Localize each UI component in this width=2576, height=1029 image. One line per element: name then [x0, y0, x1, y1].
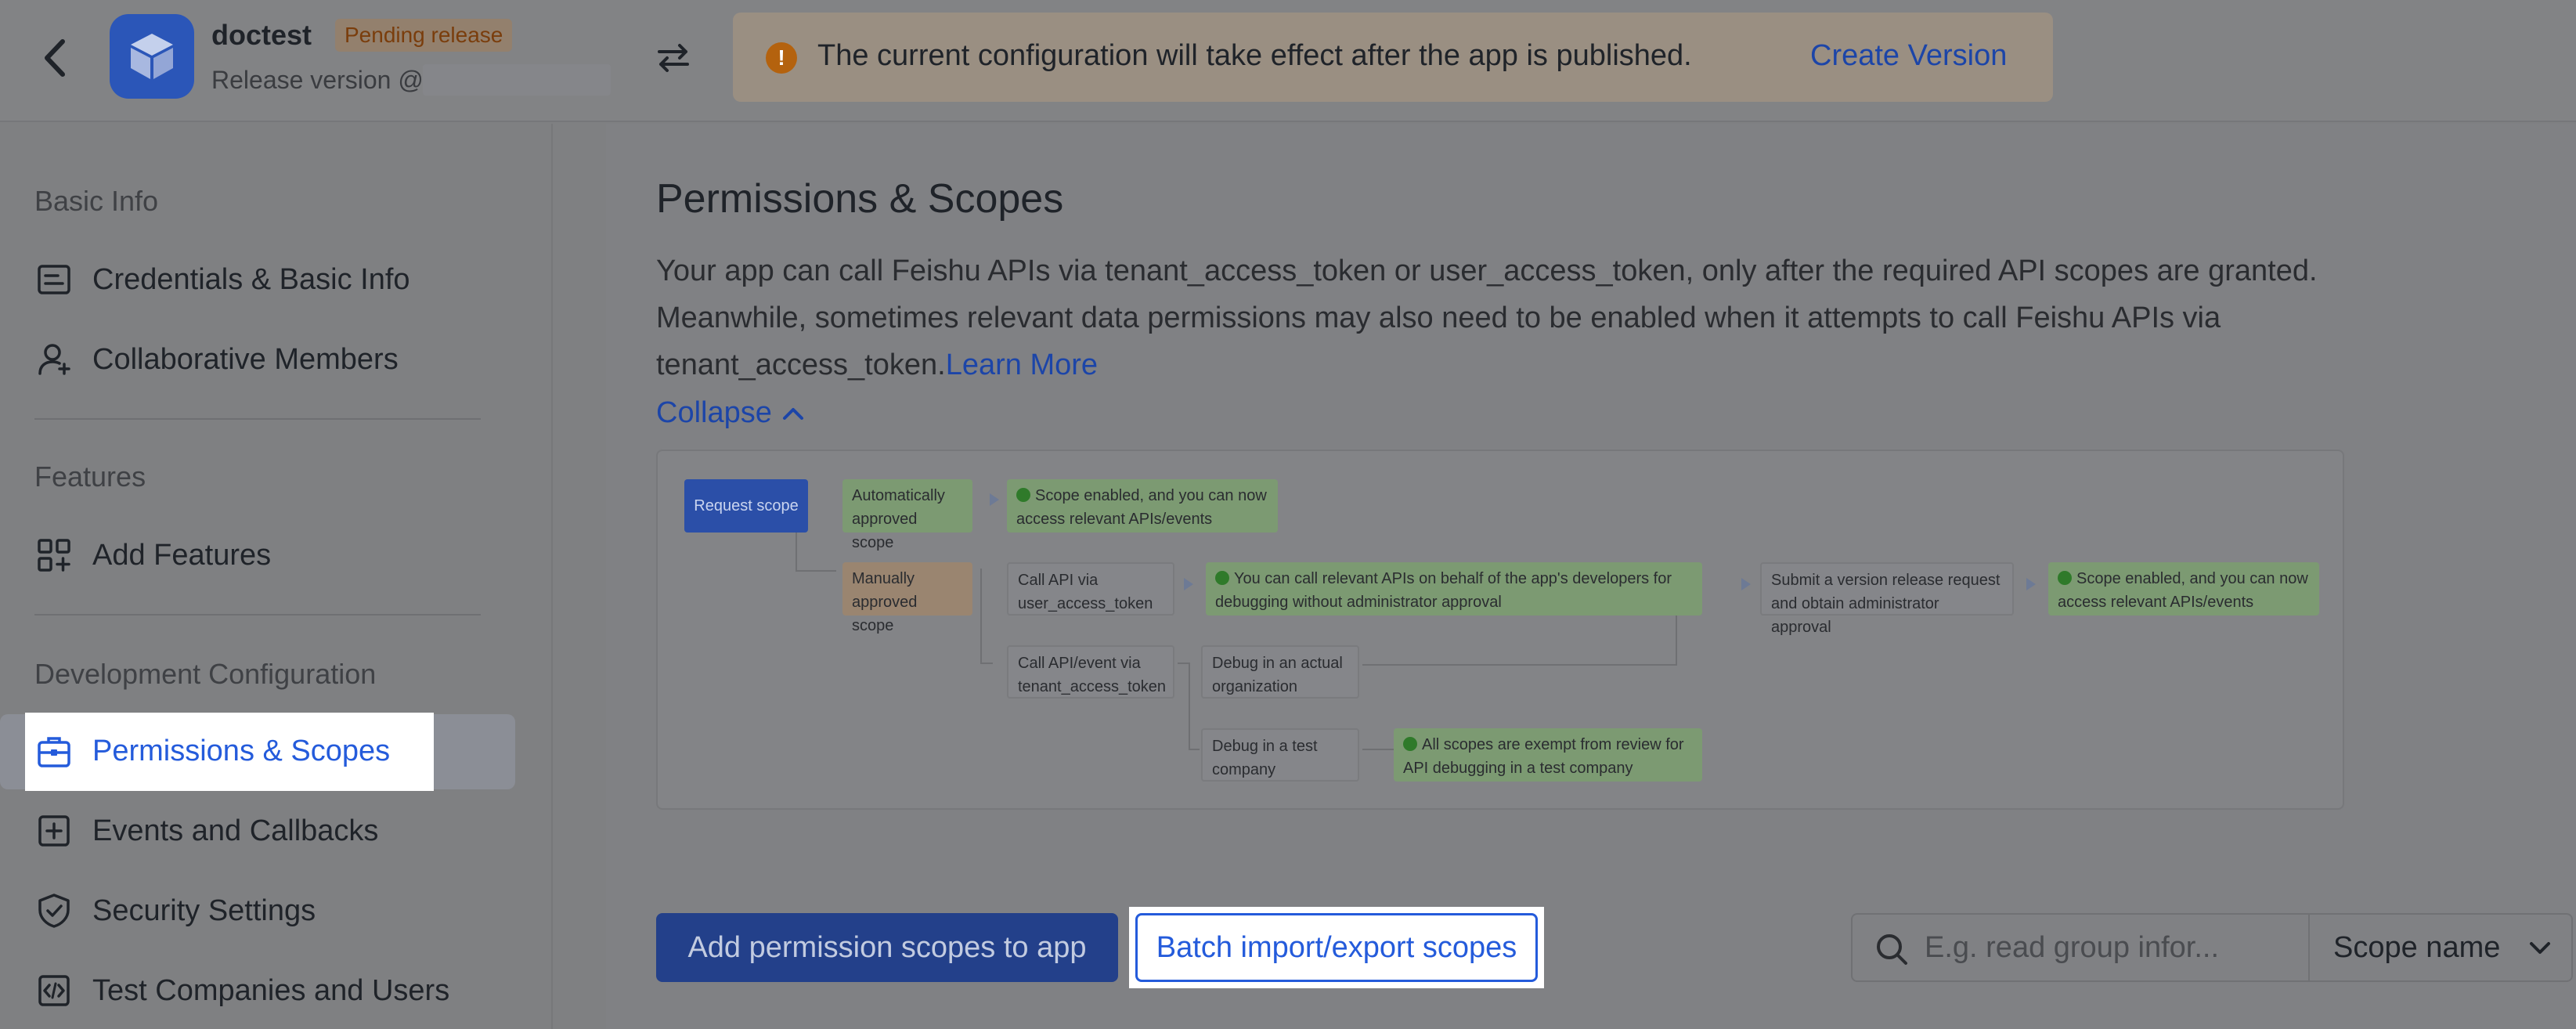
batch-button-highlight: Batch import/export scopes: [1129, 907, 1544, 988]
collapse-label: Collapse: [656, 396, 772, 429]
chevron-up-icon: [782, 407, 803, 420]
scope-filter-select[interactable]: Scope name: [2308, 913, 2573, 982]
diagram-request-scope: Request scope: [684, 479, 808, 533]
diagram-connector: [1189, 663, 1190, 749]
top-header: doctest Pending release Release version …: [0, 0, 2576, 122]
section-title-basic-info: Basic Info: [34, 185, 159, 217]
batch-import-export-button[interactable]: Batch import/export scopes: [1135, 913, 1538, 982]
briefcase-lock-icon: [34, 731, 74, 771]
diagram-arrow: [2026, 578, 2036, 590]
sidebar-item-label: Collaborative Members: [92, 342, 399, 376]
diagram-call-tenant-token: Call API/event via tenant_access_token: [1007, 645, 1174, 699]
back-button[interactable]: [34, 34, 74, 81]
sidebar-item-label: Test Companies and Users: [92, 973, 450, 1007]
diagram-connector: [980, 663, 993, 664]
section-title-features: Features: [34, 460, 146, 493]
publish-notice-banner: ! The current configuration will take ef…: [733, 13, 2053, 102]
diagram-text: All scopes are exempt from review for AP…: [1403, 736, 1684, 777]
sidebar-item-add-features[interactable]: Add Features: [0, 518, 517, 592]
id-card-icon: [34, 260, 74, 299]
check-circle-icon: [1016, 488, 1030, 502]
app-logo: [110, 14, 194, 99]
diagram-connector: [980, 569, 982, 663]
description-text: Your app can call Feishu APIs via tenant…: [656, 255, 2318, 381]
event-add-icon: [34, 811, 74, 850]
sidebar-divider: [34, 614, 481, 616]
diagram-text: You can call relevant APIs on behalf of …: [1215, 570, 1672, 611]
swap-arrows-icon: [658, 44, 689, 72]
page-description: Your app can call Feishu APIs via tenant…: [656, 247, 2347, 388]
page-title: Permissions & Scopes: [656, 176, 1064, 222]
scope-flow-diagram: Request scope Automatically approved sco…: [656, 450, 2344, 810]
collapse-toggle[interactable]: Collapse: [656, 396, 805, 430]
scope-filter-selected: Scope name: [2333, 930, 2501, 964]
code-box-icon: [34, 971, 74, 1010]
sidebar-item-label: Credentials & Basic Info: [92, 262, 410, 296]
diagram-call-user-token: Call API via user_access_token: [1007, 562, 1174, 616]
diagram-debug-actual: Debug in an actual organization: [1201, 645, 1359, 699]
release-version: Release version @: [211, 66, 424, 94]
check-circle-icon: [2058, 571, 2072, 585]
grid-add-icon: [34, 536, 74, 575]
sidebar-item-test-companies-users[interactable]: Test Companies and Users: [0, 954, 517, 1027]
diagram-submit-release: Submit a version release request and obt…: [1760, 562, 2014, 636]
diagram-debug-test: Debug in a test company: [1201, 728, 1359, 782]
diagram-arrow: [990, 493, 999, 506]
user-add-icon: [34, 340, 74, 379]
diagram-text: Scope enabled, and you can now access re…: [2058, 570, 2308, 611]
warning-icon: !: [766, 42, 797, 74]
section-title-development-configuration: Development Configuration: [34, 658, 377, 690]
add-permission-scopes-button[interactable]: Add permission scopes to app: [656, 913, 1118, 982]
diagram-connector: [1362, 749, 1397, 750]
switch-app-button[interactable]: [651, 34, 695, 81]
sidebar-item-label: Permissions & Scopes: [92, 734, 391, 767]
sidebar: Basic Info Credentials & Basic Info Coll…: [0, 124, 553, 1029]
sidebar-item-credentials[interactable]: Credentials & Basic Info: [0, 243, 517, 316]
diagram-test-result: All scopes are exempt from review for AP…: [1394, 728, 1702, 782]
sidebar-item-collaborative-members[interactable]: Collaborative Members: [0, 323, 517, 396]
search-input[interactable]: [1925, 915, 2300, 980]
main-content: Permissions & Scopes Your app can call F…: [606, 124, 2576, 1029]
app-name: doctest: [211, 19, 312, 51]
diagram-user-token-result: You can call relevant APIs on behalf of …: [1206, 562, 1702, 616]
diagram-text: Scope enabled, and you can now access re…: [1016, 487, 1267, 528]
sidebar-item-label: Events and Callbacks: [92, 814, 379, 847]
sidebar-item-events-callbacks[interactable]: Events and Callbacks: [0, 794, 517, 868]
diagram-arrow: [1741, 578, 1751, 590]
release-version-redacted: [423, 64, 611, 96]
scope-search-box[interactable]: [1851, 913, 2314, 982]
sidebar-item-label: Security Settings: [92, 894, 316, 927]
learn-more-link[interactable]: Learn More: [946, 348, 1098, 381]
search-icon: [1877, 934, 1907, 965]
diagram-connector: [1362, 664, 1676, 666]
diagram-final-result: Scope enabled, and you can now access re…: [2048, 562, 2319, 616]
sidebar-divider: [34, 418, 481, 420]
sidebar-item-permissions-scopes[interactable]: Permissions & Scopes: [0, 714, 517, 788]
chevron-down-icon: [2530, 942, 2550, 954]
create-version-link[interactable]: Create Version: [1810, 39, 2007, 73]
sidebar-item-security-settings[interactable]: Security Settings: [0, 874, 517, 948]
diagram-connector: [796, 570, 836, 572]
status-badge: Pending release: [335, 19, 513, 52]
diagram-connector: [1178, 663, 1189, 664]
cube-icon: [131, 34, 173, 79]
diagram-auto-result: Scope enabled, and you can now access re…: [1007, 479, 1278, 533]
check-circle-icon: [1403, 737, 1417, 751]
check-circle-icon: [1215, 571, 1229, 585]
diagram-connector: [1189, 749, 1200, 750]
chevron-left-icon: [45, 39, 65, 77]
notice-text: The current configuration will take effe…: [817, 39, 1692, 72]
shield-check-icon: [34, 891, 74, 930]
diagram-manual-approved: Manually approved scope: [842, 562, 972, 634]
sidebar-item-label: Add Features: [92, 538, 272, 572]
diagram-auto-approved: Automatically approved scope: [842, 479, 972, 551]
diagram-arrow: [1184, 578, 1193, 590]
